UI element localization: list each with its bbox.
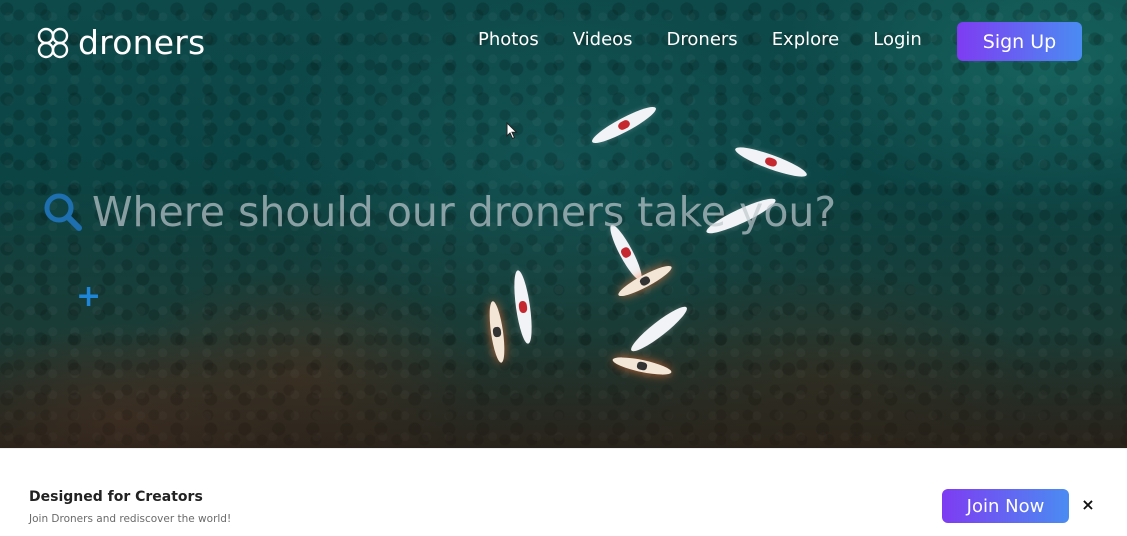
plus-icon[interactable]: + [76, 282, 101, 312]
hero-search [42, 186, 892, 238]
mouse-cursor-icon [506, 122, 518, 140]
main-nav: Photos Videos Droners Explore Login [478, 28, 956, 52]
nav-photos[interactable]: Photos [478, 28, 539, 52]
brand-name: droners [78, 23, 206, 62]
nav-droners[interactable]: Droners [667, 28, 738, 52]
join-now-button[interactable]: Join Now [942, 489, 1069, 523]
brand-logo[interactable]: droners [36, 26, 205, 60]
quad-rotor-logo-icon [37, 27, 69, 59]
banner-title: Designed for Creators [29, 489, 203, 505]
nav-explore[interactable]: Explore [772, 28, 840, 52]
search-input[interactable] [92, 186, 892, 238]
signup-button[interactable]: Sign Up [957, 22, 1082, 61]
nav-videos[interactable]: Videos [573, 28, 633, 52]
search-icon[interactable] [42, 191, 84, 233]
banner-subtitle: Join Droners and rediscover the world! [29, 513, 232, 525]
nav-login[interactable]: Login [873, 28, 922, 52]
close-icon[interactable]: × [1079, 494, 1097, 514]
hero-bottom-shade [0, 338, 1127, 448]
